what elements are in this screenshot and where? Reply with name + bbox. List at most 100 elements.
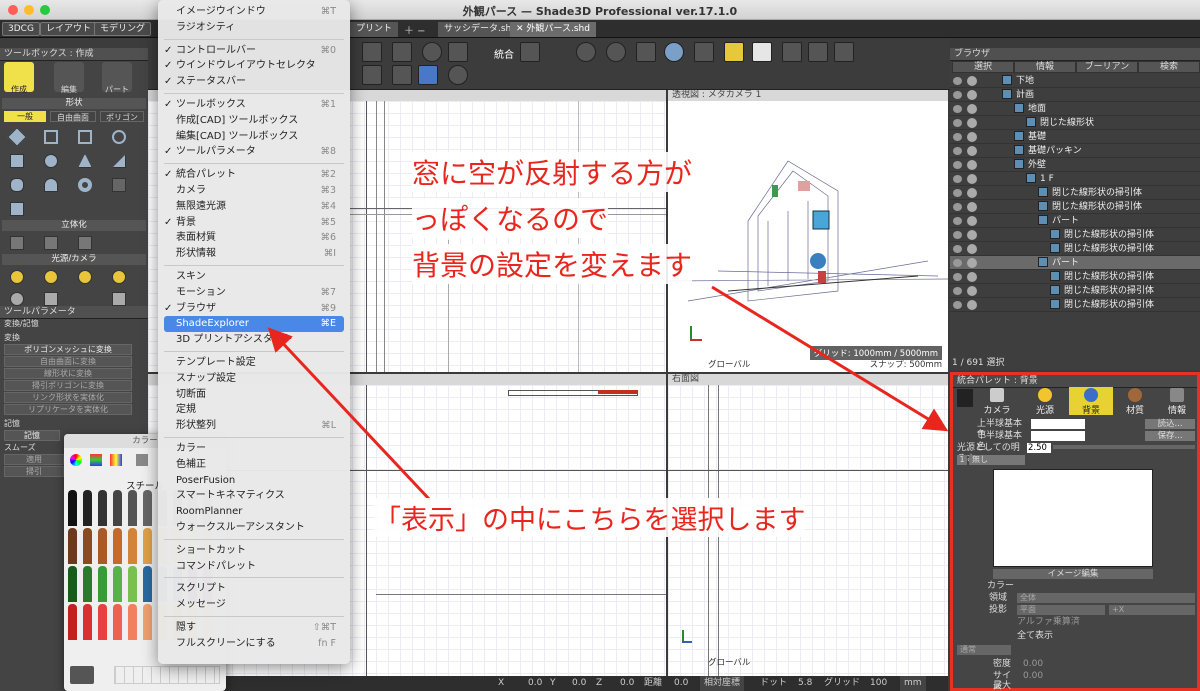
mode-tab-modeling[interactable]: モデリング <box>94 22 152 36</box>
color-sliders-icon[interactable] <box>90 454 102 466</box>
render-toggle-icon[interactable] <box>967 244 977 254</box>
eye-icon[interactable] <box>953 91 962 99</box>
browser-tree-row[interactable]: 閉じた線形状の掃引体 <box>950 186 1200 200</box>
menu-item[interactable]: ✓ ウインドウレイアウトセレクタ <box>164 58 344 74</box>
rotate-icon[interactable] <box>422 42 442 62</box>
menu-item[interactable]: ✓ ブラウザ ⌘9 <box>164 301 344 317</box>
sphere-icon[interactable] <box>448 65 468 85</box>
menu-item[interactable]: フルスクリーンにする fn F <box>164 636 344 652</box>
browser-tab-boolean[interactable]: ブーリアン <box>1076 61 1138 73</box>
browser-tree-row[interactable]: 閉じた線形状の掃引体 <box>950 228 1200 242</box>
layer-number[interactable]: 1 <box>957 455 967 465</box>
render-toggle-icon[interactable] <box>967 286 977 296</box>
move-icon[interactable] <box>636 42 656 62</box>
shape-tool-icon[interactable] <box>362 65 382 85</box>
eye-icon[interactable] <box>953 217 962 225</box>
browser-tree-row[interactable]: 1 F <box>950 172 1200 186</box>
solid-section[interactable]: 立体化 <box>2 220 146 231</box>
eyedropper-icon[interactable] <box>98 670 108 680</box>
load-button[interactable]: 読込... <box>1145 419 1195 429</box>
browser-tree-row[interactable]: 閉じた線形状の掃引体 <box>950 200 1200 214</box>
palette-tab-light[interactable]: 光源 <box>1023 387 1067 416</box>
color-swatches[interactable] <box>114 666 220 684</box>
browser-tree-row[interactable]: 閉じた線形状 <box>950 116 1200 130</box>
lower-sphere-color[interactable] <box>1031 431 1085 441</box>
pencil-swatch[interactable] <box>83 490 92 526</box>
eye-icon[interactable] <box>953 147 962 155</box>
grid-shape-icon[interactable] <box>112 178 126 192</box>
menu-item[interactable]: スマートキネマティクス <box>164 488 344 504</box>
eye-icon[interactable] <box>953 77 962 85</box>
menu-item[interactable]: カラー <box>164 441 344 457</box>
menu-item[interactable]: ✓ ツールボックス ⌘1 <box>164 97 344 113</box>
menu-item[interactable]: カメラ ⌘3 <box>164 183 344 199</box>
browser-tree-row[interactable]: 基礎 <box>950 130 1200 144</box>
calculator-icon[interactable] <box>782 42 802 62</box>
tab-freeform[interactable]: 自由曲面 <box>50 111 96 122</box>
render-toggle-icon[interactable] <box>967 300 977 310</box>
eye-icon[interactable] <box>953 189 962 197</box>
snap-icon[interactable] <box>606 42 626 62</box>
menu-item[interactable]: 表面材質 ⌘6 <box>164 230 344 246</box>
save-button[interactable]: 保存... <box>1145 431 1195 441</box>
eye-icon[interactable] <box>953 287 962 295</box>
head-icon[interactable] <box>808 42 828 62</box>
pencil-swatch[interactable] <box>83 604 92 640</box>
browser-tree-row[interactable]: パート <box>950 214 1200 228</box>
menu-item[interactable]: イメージウインドウ ⌘T <box>164 4 344 20</box>
area-light-icon[interactable] <box>112 270 126 284</box>
render-toggle-icon[interactable] <box>967 104 977 114</box>
upper-sphere-color[interactable] <box>1031 419 1085 429</box>
render-toggle-icon[interactable] <box>967 174 977 184</box>
render-toggle-icon[interactable] <box>967 272 977 282</box>
palette-tab-material[interactable]: 材質 <box>1113 387 1157 416</box>
blend-select[interactable]: 通常 <box>957 645 1011 655</box>
menu-item[interactable]: スクリプト <box>164 581 344 597</box>
menu-item[interactable]: ウォークスルーアシスタント <box>164 520 344 536</box>
eye-icon[interactable] <box>953 105 962 113</box>
render-toggle-icon[interactable] <box>967 160 977 170</box>
browser-tree-row[interactable]: 閉じた線形状の掃引体 <box>950 270 1200 284</box>
pencil-swatch[interactable] <box>83 528 92 564</box>
pencil-swatch[interactable] <box>113 490 122 526</box>
eye-icon[interactable] <box>953 175 962 183</box>
pencil-swatch[interactable] <box>98 604 107 640</box>
menu-item[interactable]: ✓ 統合パレット ⌘2 <box>164 167 344 183</box>
browser-tab-search[interactable]: 検索 <box>1138 61 1200 73</box>
new-tab-icon[interactable]: ＋ − <box>404 22 426 37</box>
eye-icon[interactable] <box>953 273 962 281</box>
palette-tab-background[interactable]: 背景 <box>1069 387 1113 416</box>
browser-tree-row[interactable]: 地面 <box>950 102 1200 116</box>
pencil-swatch[interactable] <box>68 490 77 526</box>
cylinder-shape-icon[interactable] <box>10 178 24 192</box>
torus-shape-icon[interactable] <box>78 178 92 192</box>
layout-grid-icon[interactable] <box>724 42 744 62</box>
menu-item[interactable]: モーション ⌘7 <box>164 285 344 301</box>
sweep-button[interactable]: 掃引 <box>4 466 64 477</box>
menu-item[interactable]: ✓ 背景 ⌘5 <box>164 215 344 231</box>
projection-select[interactable]: 平面 <box>1017 605 1105 615</box>
pencil-swatch[interactable] <box>68 566 77 602</box>
menu-item[interactable]: 定規 <box>164 402 344 418</box>
gamepad-icon[interactable] <box>834 42 854 62</box>
grid-snap-icon[interactable] <box>392 65 412 85</box>
browser-tree-row[interactable]: 閉じた線形状の掃引体 <box>950 242 1200 256</box>
eye-icon[interactable] <box>953 259 962 267</box>
point-light-icon[interactable] <box>78 270 92 284</box>
menu-item[interactable]: ✓ ステータスバー <box>164 74 344 90</box>
extrude-icon[interactable] <box>10 236 24 250</box>
brightness-input[interactable]: 2.50 <box>1027 443 1051 453</box>
mode-tab-layout[interactable]: レイアウト <box>40 22 98 36</box>
tab-general[interactable]: 一般 <box>4 111 46 122</box>
render-toggle-icon[interactable] <box>967 202 977 212</box>
light-icon[interactable] <box>10 270 24 284</box>
pencil-swatch[interactable] <box>143 566 152 602</box>
cursor-icon[interactable] <box>520 42 540 62</box>
axis-select[interactable]: +X <box>1109 605 1195 615</box>
render-toggle-icon[interactable] <box>967 146 977 156</box>
render-toggle-icon[interactable] <box>967 132 977 142</box>
browser-tree-row[interactable]: パート <box>950 256 1200 270</box>
menu-item[interactable]: ラジオシティ <box>164 20 344 36</box>
eye-icon[interactable] <box>953 301 962 309</box>
render-toggle-icon[interactable] <box>967 90 977 100</box>
